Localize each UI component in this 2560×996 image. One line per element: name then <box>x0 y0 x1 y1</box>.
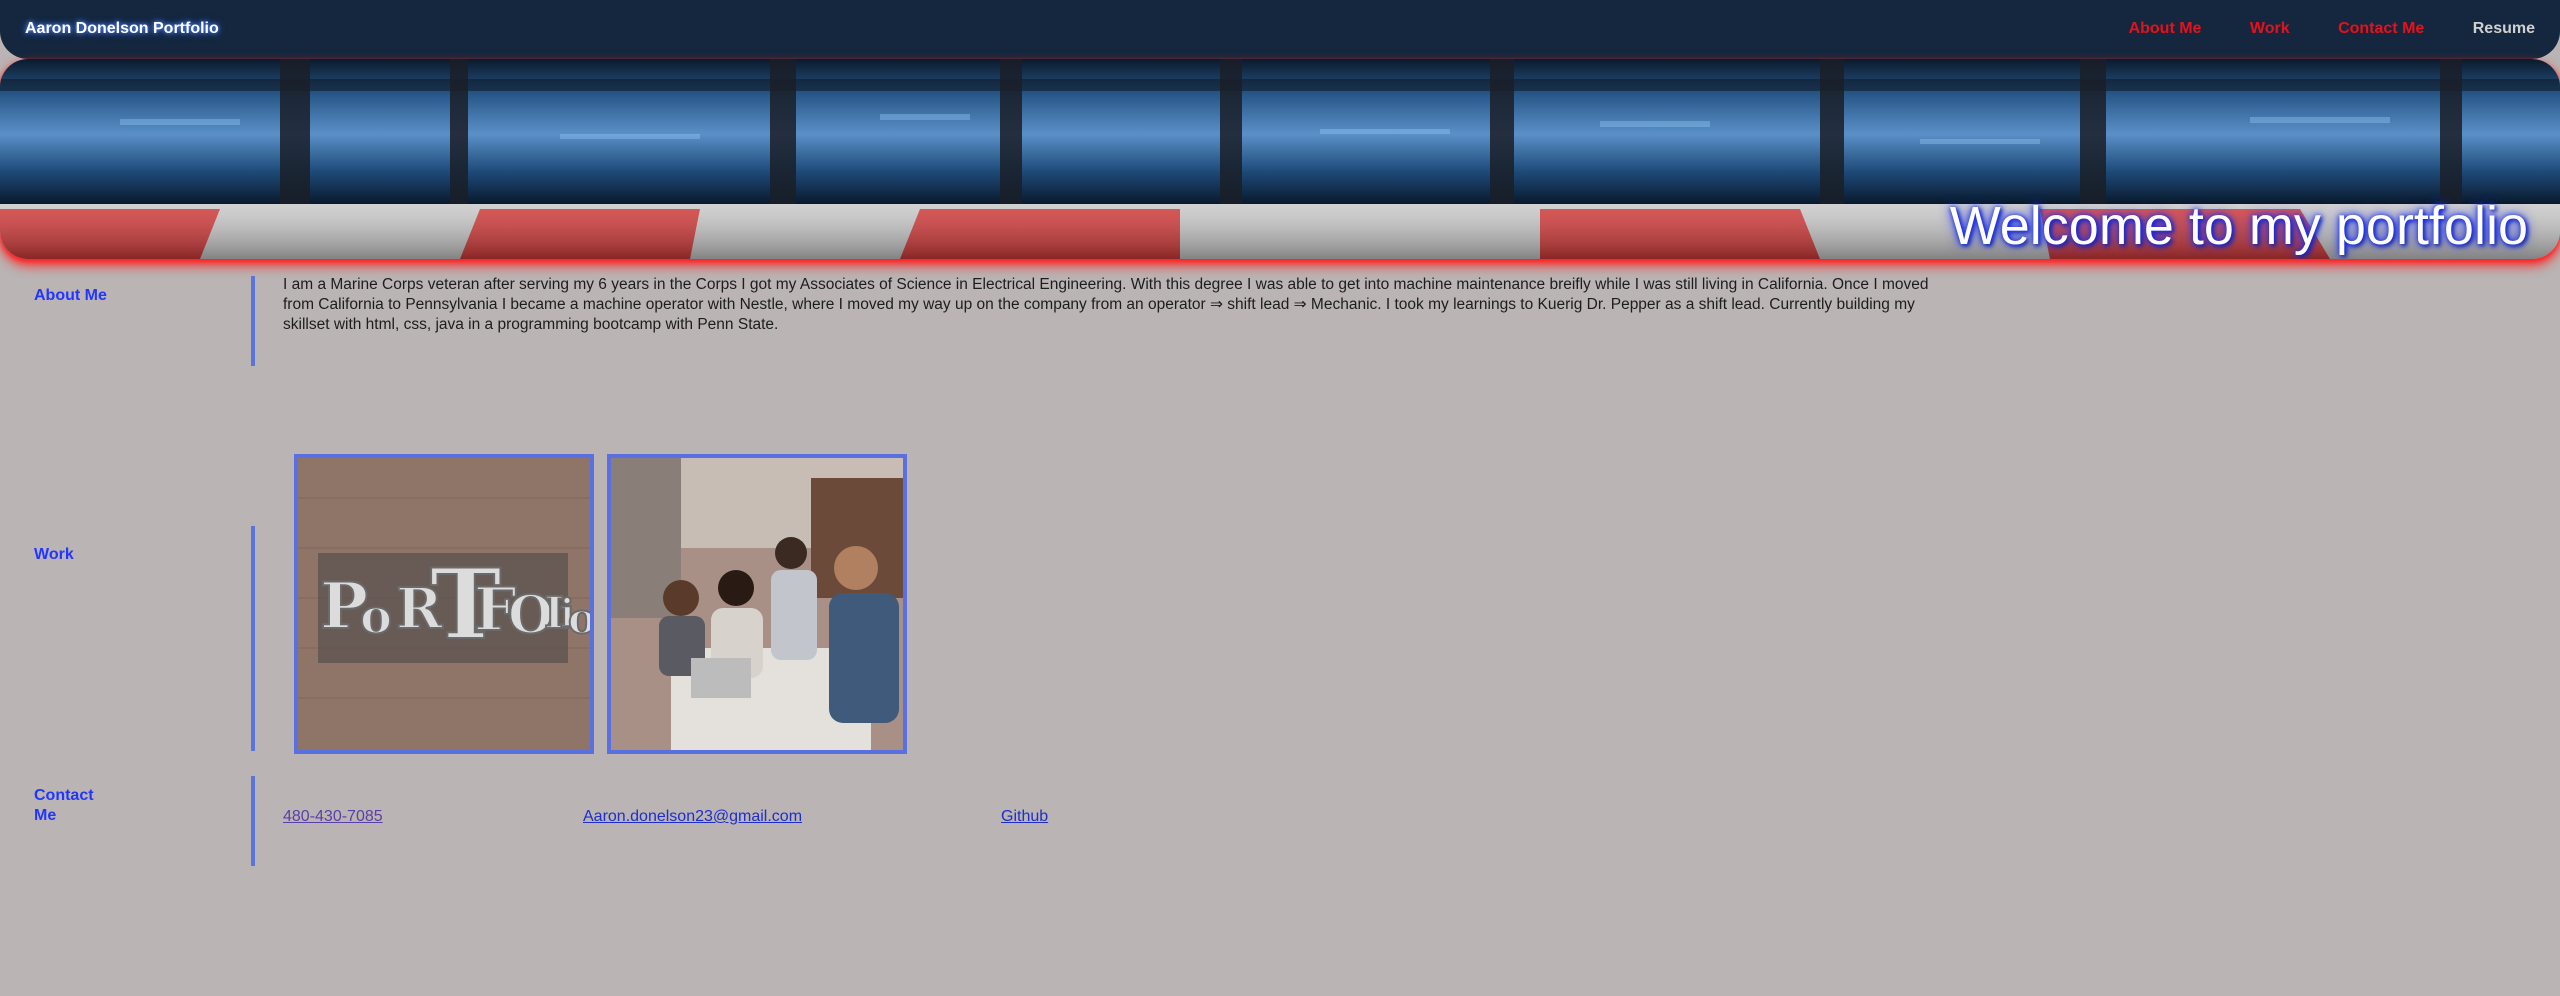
hero-title: Welcome to my portfolio <box>1949 196 2528 256</box>
site-brand[interactable]: Aaron Donelson Portfolio <box>25 20 219 38</box>
portfolio-project-image[interactable]: P o R T F O L i o <box>294 454 594 754</box>
svg-text:o: o <box>568 594 590 643</box>
email-link[interactable]: Aaron.donelson23@gmail.com <box>583 808 802 826</box>
nav-link-about-me[interactable]: About Me <box>2129 20 2202 37</box>
about-divider <box>251 276 255 366</box>
work-label: Work <box>34 546 74 563</box>
github-link[interactable]: Github <box>1001 808 1048 826</box>
phone-link[interactable]: 480-430-7085 <box>283 808 383 826</box>
about-me-label: About Me <box>34 287 107 304</box>
nav-link-resume[interactable]: Resume <box>2473 20 2535 37</box>
svg-text:o: o <box>360 589 392 645</box>
top-navbar: Aaron Donelson Portfolio About Me Work C… <box>0 0 2560 59</box>
contact-divider <box>251 776 255 866</box>
hero-banner: Welcome to my portfolio <box>0 59 2560 259</box>
nav-links: About Me Work Contact Me Resume <box>2085 20 2535 38</box>
nav-link-work[interactable]: Work <box>2250 20 2290 37</box>
team-project-image[interactable] <box>607 454 907 754</box>
nav-link-contact-me[interactable]: Contact Me <box>2338 20 2424 37</box>
contact-me-label: Contact Me <box>34 787 94 824</box>
about-me-text: I am a Marine Corps veteran after servin… <box>283 276 1929 333</box>
work-divider <box>251 526 255 751</box>
